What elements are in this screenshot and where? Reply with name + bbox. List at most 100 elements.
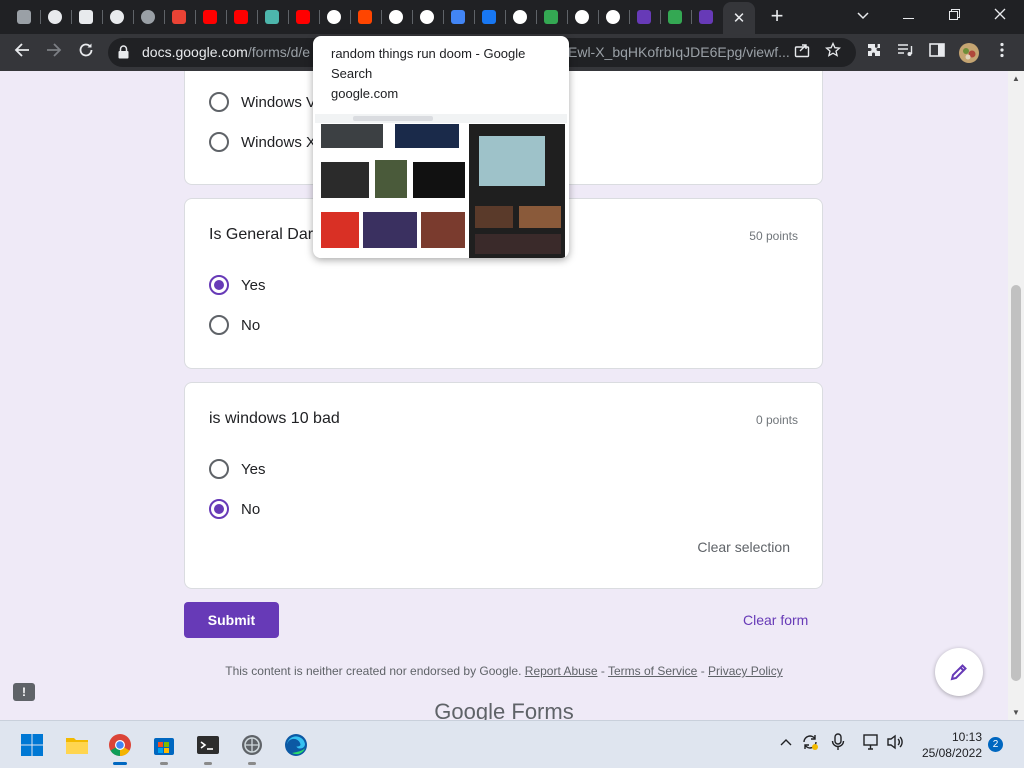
browser-tab[interactable] (539, 5, 563, 29)
notification-badge[interactable]: 2 (988, 737, 1003, 752)
browser-tab[interactable] (384, 5, 408, 29)
microphone-icon[interactable] (831, 733, 845, 754)
radio-button-selected[interactable] (209, 499, 229, 519)
microsoft-store-icon[interactable] (152, 733, 176, 765)
browser-tab[interactable] (260, 5, 284, 29)
browser-tab[interactable] (198, 5, 222, 29)
clock-date: 25/08/2022 (921, 746, 982, 760)
radio-button[interactable] (209, 132, 229, 152)
volume-icon[interactable] (886, 733, 904, 754)
share-icon[interactable] (791, 42, 813, 64)
browser-tab[interactable] (229, 5, 253, 29)
browser-tab[interactable] (508, 5, 532, 29)
side-panel-icon[interactable] (926, 42, 948, 64)
radio-button[interactable] (209, 459, 229, 479)
sync-icon[interactable] (801, 733, 819, 754)
browser-tab[interactable] (601, 5, 625, 29)
submit-button[interactable]: Submit (184, 602, 279, 638)
option-no[interactable]: No (209, 313, 260, 337)
browser-tab[interactable] (415, 5, 439, 29)
browser-tab[interactable] (694, 5, 718, 29)
lock-icon[interactable] (118, 45, 129, 59)
radio-button-selected[interactable] (209, 275, 229, 295)
chat-icon (544, 10, 558, 24)
store-icon (79, 10, 93, 24)
edge-icon[interactable] (284, 733, 308, 757)
terms-link[interactable]: Terms of Service (608, 664, 697, 678)
privacy-link[interactable]: Privacy Policy (708, 664, 783, 678)
browser-tab[interactable] (632, 5, 656, 29)
file-explorer-icon[interactable] (65, 733, 89, 757)
system-clock[interactable]: 10:13 25/08/2022 (916, 729, 982, 761)
profile-avatar[interactable] (958, 42, 980, 64)
tab-separator (195, 10, 196, 24)
radio-button[interactable] (209, 92, 229, 112)
clear-form-button[interactable]: Clear form (743, 612, 808, 628)
browser-tab[interactable] (322, 5, 346, 29)
browser-tab[interactable] (477, 5, 501, 29)
new-tab-button[interactable]: + (766, 4, 788, 28)
radio-button[interactable] (209, 315, 229, 335)
url-text[interactable]: docs.google.com/forms/d/e (142, 44, 310, 60)
network-icon[interactable] (861, 733, 879, 754)
clear-selection-button[interactable]: Clear selection (697, 539, 790, 555)
close-window-icon[interactable] (980, 4, 1020, 28)
browser-tab[interactable] (136, 5, 160, 29)
browser-tab[interactable] (43, 5, 67, 29)
terminal-icon[interactable] (196, 733, 220, 765)
browser-tab[interactable] (105, 5, 129, 29)
tab-separator (71, 10, 72, 24)
tab-separator (660, 10, 661, 24)
browser-tab[interactable] (663, 5, 687, 29)
browser-tab[interactable] (12, 5, 36, 29)
reddit-icon (358, 10, 372, 24)
browser-tab[interactable] (353, 5, 377, 29)
forward-icon[interactable] (43, 42, 65, 64)
google-icon (575, 10, 589, 24)
scroll-down-icon[interactable]: ▼ (1012, 708, 1020, 717)
bookmark-star-icon[interactable] (822, 41, 844, 64)
scroll-up-icon[interactable]: ▲ (1012, 74, 1020, 83)
option-windows-v[interactable]: Windows V (209, 90, 316, 114)
browser-tab[interactable] (291, 5, 315, 29)
hover-card-domain: google.com (331, 86, 399, 101)
hover-card-title: random things run doom - Google Search (331, 46, 526, 81)
report-abuse-link[interactable]: Report Abuse (525, 664, 598, 678)
media-controls-icon[interactable] (894, 42, 916, 64)
scrollbar-thumb[interactable] (1011, 285, 1021, 681)
chrome-taskbar-icon[interactable] (108, 733, 132, 765)
google-forms-logo[interactable]: Google Forms (0, 699, 1008, 720)
logo-forms: Forms (511, 699, 574, 720)
start-menu-icon[interactable] (20, 733, 44, 757)
back-icon[interactable] (11, 42, 33, 64)
tab-separator (443, 10, 444, 24)
browser-tab[interactable] (167, 5, 191, 29)
extensions-icon[interactable] (863, 42, 885, 64)
option-windows-x[interactable]: Windows X (209, 130, 316, 154)
search-globe-icon[interactable] (240, 733, 264, 765)
reload-icon[interactable] (75, 42, 97, 64)
option-yes[interactable]: Yes (209, 273, 265, 297)
page-scrollbar[interactable]: ▲ ▼ (1008, 71, 1024, 720)
question-card-3: is windows 10 bad 0 points Yes No Clear … (184, 382, 823, 589)
restore-icon[interactable] (934, 4, 974, 28)
report-problem-icon[interactable]: ! (13, 683, 35, 701)
edit-pencil-button[interactable] (935, 648, 983, 696)
tab-search-icon[interactable] (843, 4, 883, 28)
browser-tab[interactable] (446, 5, 470, 29)
browser-tab[interactable] (74, 5, 98, 29)
option-yes[interactable]: Yes (209, 457, 265, 481)
option-no[interactable]: No (209, 497, 260, 521)
tab-separator (536, 10, 537, 24)
chrome-icon (420, 10, 434, 24)
active-tab[interactable]: ✕ (723, 2, 755, 34)
close-tab-icon[interactable]: ✕ (733, 9, 746, 27)
pencil-icon (950, 664, 967, 681)
tab-separator (164, 10, 165, 24)
tab-separator (102, 10, 103, 24)
show-hidden-icons[interactable] (779, 735, 793, 752)
browser-tab[interactable] (570, 5, 594, 29)
windows-taskbar: 10:13 25/08/2022 2 (0, 720, 1024, 768)
browser-menu-icon[interactable] (991, 42, 1013, 64)
minimize-icon[interactable] (888, 4, 928, 28)
